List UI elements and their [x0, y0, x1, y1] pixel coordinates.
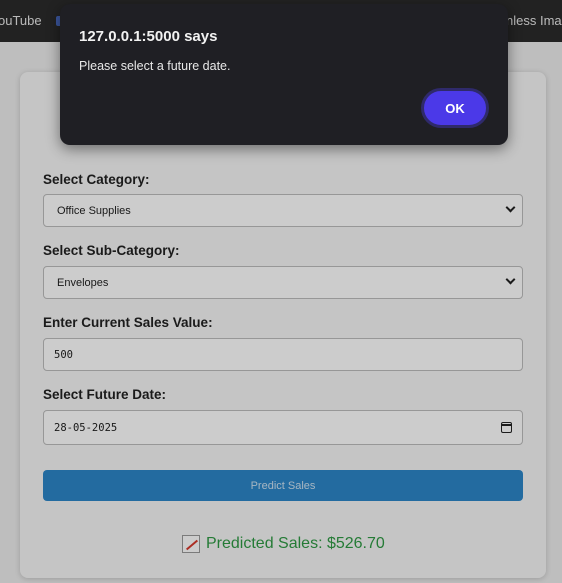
dialog-title: 127.0.0.1:5000 says — [79, 28, 218, 45]
dialog-message: Please select a future date. — [79, 59, 231, 73]
ok-button[interactable]: OK — [421, 88, 489, 128]
alert-dialog: 127.0.0.1:5000 says Please select a futu… — [60, 4, 508, 145]
